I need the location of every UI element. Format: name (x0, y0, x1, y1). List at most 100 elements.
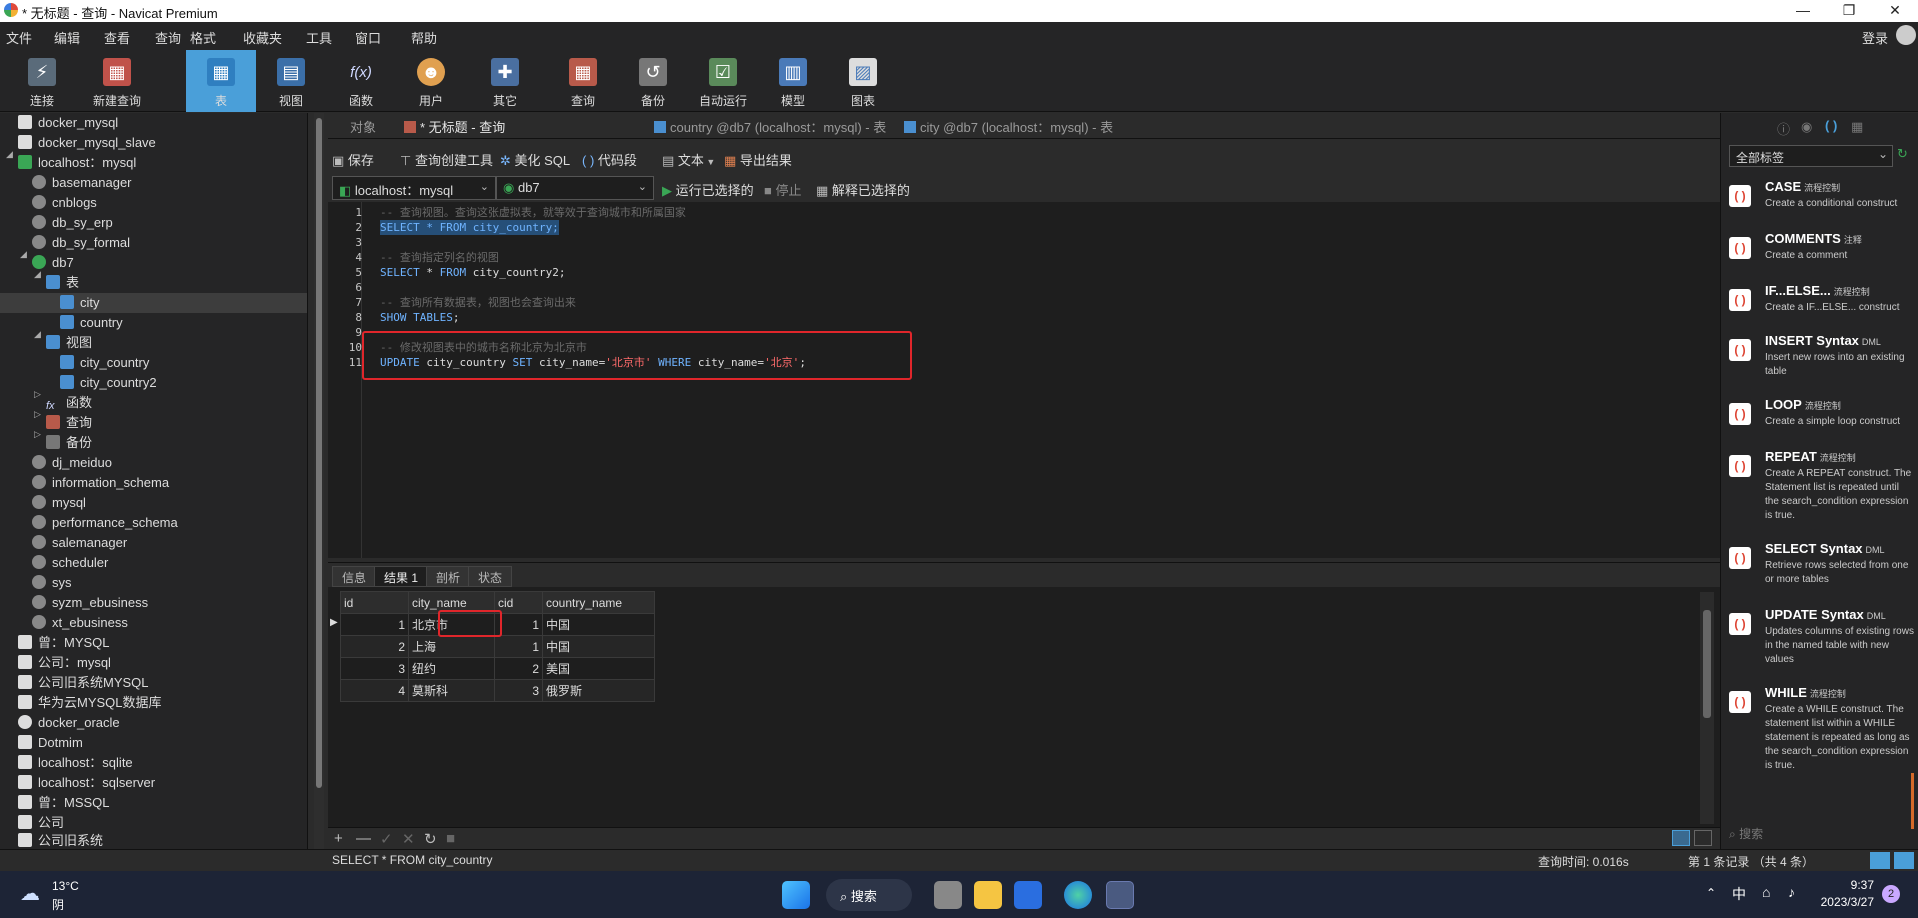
stop-button[interactable]: ■ 停止 (764, 180, 801, 199)
toolbar-other-button[interactable]: ✚ 其它 (470, 50, 540, 112)
refresh-icon[interactable]: ↻ (1897, 146, 1908, 162)
collapse-arrow-icon[interactable]: ▷ (34, 429, 41, 440)
tree-db-information-schema[interactable]: information_schema (32, 473, 169, 493)
tree-conn-localhost-sqlserver[interactable]: localhost：sqlserver (18, 773, 155, 793)
panel-scroll-indicator[interactable] (1911, 773, 1914, 829)
grid-view-toggle-icon[interactable] (1672, 830, 1690, 846)
cell-cid[interactable]: 3 (494, 679, 543, 702)
tree-table-country[interactable]: country (60, 313, 123, 333)
expand-arrow-icon[interactable]: ◢ (6, 149, 13, 160)
cell-id[interactable]: 4 (340, 679, 409, 702)
tab-status[interactable]: 状态 (468, 566, 513, 587)
tree-view-city-country[interactable]: city_country (60, 353, 149, 373)
tree-folder-views[interactable]: 视图 (46, 333, 92, 353)
expand-arrow-icon[interactable]: ◢ (34, 329, 41, 340)
tree-db-db-sy-formal[interactable]: db_sy_formal (32, 233, 130, 253)
menu-view[interactable]: 查看 (104, 28, 130, 47)
cloud-weather-icon[interactable]: ☁ (20, 881, 40, 906)
login-link[interactable]: 登录 (1862, 28, 1888, 47)
text-button[interactable]: ▤ 文本 ▼ (662, 150, 715, 169)
avatar[interactable] (1896, 25, 1916, 45)
minimize-button[interactable]: — (1780, 0, 1826, 22)
layout-split-icon[interactable] (1870, 852, 1890, 869)
menu-file[interactable]: 文件 (6, 28, 32, 47)
run-selected-button[interactable]: ▶ 运行已选择的 (662, 180, 754, 199)
menu-format[interactable]: 格式 (190, 28, 216, 47)
form-view-toggle-icon[interactable] (1694, 830, 1712, 846)
tree-table-city[interactable]: city (0, 293, 307, 313)
cell-cid[interactable]: 2 (494, 657, 543, 680)
tree-conn-zeng-mysql[interactable]: 曾：MYSQL (18, 633, 110, 653)
tree-conn-company-mysql[interactable]: 公司：mysql (18, 653, 111, 673)
volume-icon[interactable]: ♪ (1788, 884, 1795, 900)
toolbar-connect-button[interactable]: ⚡ 连接 (10, 50, 74, 112)
tree-folder-queries[interactable]: 查询 (46, 413, 92, 433)
explain-selected-button[interactable]: ▦ 解释已选择的 (816, 180, 910, 199)
maximize-button[interactable]: ❐ (1826, 0, 1872, 22)
network-icon[interactable]: ⌂ (1762, 884, 1770, 900)
grid-scrollbar[interactable] (1700, 592, 1714, 824)
expand-arrow-icon[interactable]: ◢ (20, 249, 27, 260)
add-record-button[interactable]: + (334, 830, 343, 847)
tree-conn-docker-mysql[interactable]: docker_mysql (18, 113, 118, 133)
query-builder-button[interactable]: ⊤ 查询创建工具 (400, 150, 493, 169)
cell-country-name[interactable]: 俄罗斯 (542, 679, 655, 702)
expand-arrow-icon[interactable]: ◢ (34, 269, 41, 280)
tab-objects[interactable]: 对象 (350, 117, 376, 136)
table-row[interactable]: 4 莫斯科 3 俄罗斯 (340, 679, 655, 702)
table-row[interactable]: 2 上海 1 中国 (340, 635, 655, 658)
tree-conn-dotmim[interactable]: Dotmim (18, 733, 83, 753)
tag-filter-select[interactable]: 全部标签 ⌄ (1729, 145, 1893, 167)
menu-window[interactable]: 窗口 (355, 28, 381, 47)
beautify-sql-button[interactable]: ✲ 美化 SQL (500, 150, 570, 169)
cell-city-name[interactable]: 纽约 (408, 657, 495, 680)
snippet-search-input[interactable]: ⌕ 搜索 (1729, 825, 1909, 845)
collapse-arrow-icon[interactable]: ▷ (34, 389, 41, 400)
toolbar-automation-button[interactable]: ☑ 自动运行 (688, 50, 758, 112)
code-snippet-button[interactable]: ( ) 代码段 (582, 150, 637, 169)
cell-id[interactable]: 1 (340, 613, 409, 636)
tree-conn-docker-oracle[interactable]: docker_oracle (18, 713, 120, 733)
tree-db-performance-schema[interactable]: performance_schema (32, 513, 178, 533)
menu-tools[interactable]: 工具 (306, 28, 332, 47)
tree-db-basemanager[interactable]: basemanager (32, 173, 132, 193)
tree-db-db-sy-erp[interactable]: db_sy_erp (32, 213, 113, 233)
toolbar-table-button[interactable]: ▦ 表 (186, 50, 256, 112)
clock-time[interactable]: 9:37 (1834, 878, 1874, 892)
clock-date[interactable]: 2023/3/27 (1810, 895, 1874, 909)
tree-db-syzm-ebusiness[interactable]: syzm_ebusiness (32, 593, 148, 613)
cell-id[interactable]: 2 (340, 635, 409, 658)
taskbar-search-button[interactable]: ⌕ 搜索 (826, 879, 912, 911)
tree-conn-localhost-mysql[interactable]: localhost：mysql (18, 153, 136, 173)
menu-query[interactable]: 查询 (155, 28, 181, 47)
database-select[interactable]: ◉ db7 ⌄ (496, 176, 654, 200)
toolbar-model-button[interactable]: ▥ 模型 (758, 50, 828, 112)
tree-db-mysql[interactable]: mysql (32, 493, 86, 513)
toolbar-new-query-button[interactable]: ▦ 新建查询 (82, 50, 152, 112)
collapse-arrow-icon[interactable]: ▷ (34, 409, 41, 420)
menu-favorites[interactable]: 收藏夹 (243, 28, 282, 47)
toolbar-user-button[interactable]: ☻ 用户 (396, 50, 466, 112)
ime-indicator[interactable]: 中 (1732, 884, 1746, 904)
export-results-button[interactable]: ▦ 导出结果 (724, 150, 792, 169)
tree-db-dj-meiduo[interactable]: dj_meiduo (32, 453, 112, 473)
tree-db-scheduler[interactable]: scheduler (32, 553, 108, 573)
cell-country-name[interactable]: 中国 (542, 635, 655, 658)
tab-city-table[interactable]: city @db7 (localhost：mysql) - 表 (904, 117, 1113, 136)
tree-conn-company-old-mysql[interactable]: 公司旧系统MYSQL (18, 673, 149, 693)
column-header-id[interactable]: id (340, 591, 409, 614)
grid-scroll-thumb[interactable] (1703, 610, 1711, 718)
windows-start-icon[interactable] (782, 881, 810, 909)
layout-panel-icon[interactable] (1894, 852, 1914, 869)
tree-db-xt-ebusiness[interactable]: xt_ebusiness (32, 613, 128, 633)
tree-conn-huawei-mysql[interactable]: 华为云MYSQL数据库 (18, 693, 162, 713)
cell-country-name[interactable]: 美国 (542, 657, 655, 680)
notification-badge[interactable]: 2 (1882, 885, 1900, 903)
file-explorer-icon[interactable] (974, 881, 1002, 909)
store-icon[interactable] (1014, 881, 1042, 909)
menu-edit[interactable]: 编辑 (54, 28, 80, 47)
tree-db-cnblogs[interactable]: cnblogs (32, 193, 97, 213)
delete-record-button[interactable]: — (356, 830, 371, 847)
tree-db-sys[interactable]: sys (32, 573, 72, 593)
tree-folder-tables[interactable]: 表 (46, 273, 79, 293)
